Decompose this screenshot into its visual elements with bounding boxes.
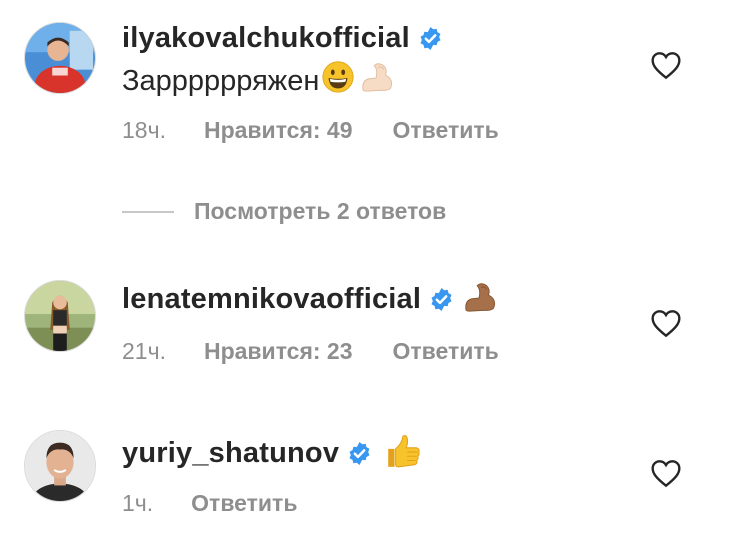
thumbs-up-emoji bbox=[384, 432, 422, 475]
avatar[interactable] bbox=[24, 22, 96, 94]
comment-timestamp: 1ч. bbox=[122, 490, 154, 516]
username[interactable]: lenatemnikovaofficial bbox=[122, 283, 421, 316]
verified-badge-icon bbox=[418, 26, 443, 51]
likes-count[interactable]: Нравится: 49 bbox=[204, 117, 353, 144]
divider-line bbox=[122, 210, 174, 213]
heart-outline-icon[interactable] bbox=[650, 50, 682, 80]
verified-badge-icon bbox=[347, 441, 372, 466]
heart-outline-icon[interactable] bbox=[650, 308, 682, 338]
username[interactable]: yuriy_shatunov bbox=[122, 437, 339, 470]
reply-button[interactable]: Ответить bbox=[393, 338, 499, 365]
likes-count[interactable]: Нравится: 23 bbox=[204, 338, 353, 365]
view-replies-label: Посмотреть 2 ответов bbox=[194, 198, 447, 224]
grinning-face-emoji bbox=[321, 60, 355, 102]
username[interactable]: ilyakovalchukofficial bbox=[122, 22, 410, 55]
comment-timestamp: 21ч. bbox=[122, 338, 166, 364]
view-replies-button[interactable]: Посмотреть 2 ответов bbox=[122, 198, 446, 225]
reply-button[interactable]: Ответить bbox=[393, 117, 499, 144]
comment-item: ilyakovalchukofficial Зарррррряжен 18ч. … bbox=[0, 0, 730, 180]
comment-item: lenatemnikovaofficial 21ч. Нравится: 23 … bbox=[0, 270, 730, 380]
avatar[interactable] bbox=[24, 280, 96, 352]
comment-timestamp: 18ч. bbox=[122, 117, 166, 143]
flexed-biceps-emoji bbox=[359, 60, 397, 102]
comment-item: yuriy_shatunov 1ч. Ответить bbox=[0, 420, 730, 540]
verified-badge-icon bbox=[429, 287, 454, 312]
heart-outline-icon[interactable] bbox=[650, 458, 682, 488]
avatar[interactable] bbox=[24, 430, 96, 502]
flexed-biceps-emoji bbox=[462, 280, 500, 319]
comment-text: Зарррррряжен bbox=[122, 64, 320, 97]
reply-button[interactable]: Ответить bbox=[191, 490, 297, 517]
